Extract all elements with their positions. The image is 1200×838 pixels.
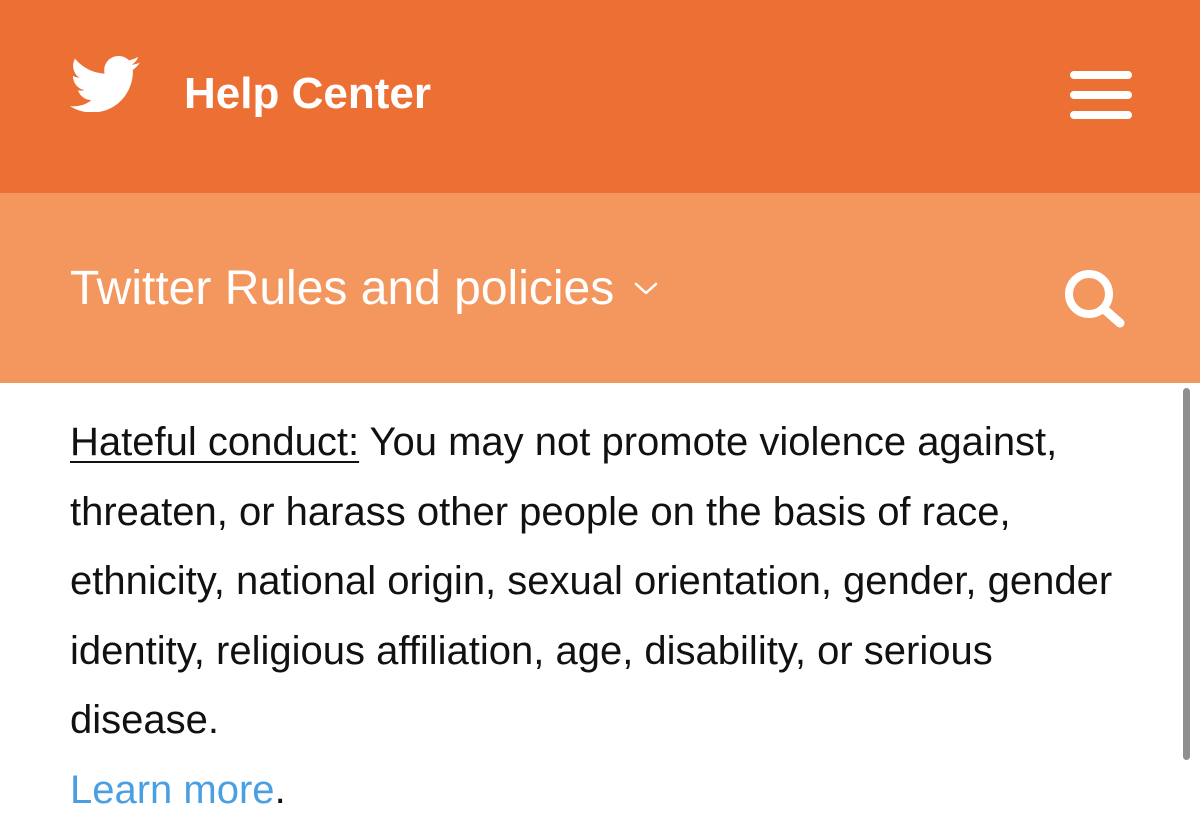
search-icon-graphic bbox=[1065, 270, 1125, 328]
link-suffix: . bbox=[274, 767, 286, 812]
menu-line-top bbox=[1070, 71, 1132, 79]
scrollbar-thumb[interactable] bbox=[1183, 388, 1190, 760]
chevron-down-icon bbox=[635, 282, 658, 295]
menu-line-bottom bbox=[1070, 111, 1132, 119]
policy-paragraph: Hateful conduct: You may not promote vio… bbox=[70, 408, 1150, 825]
top-header-bar: Help Center bbox=[0, 0, 1200, 193]
search-icon[interactable] bbox=[1060, 265, 1130, 331]
help-center-title[interactable]: Help Center bbox=[184, 66, 431, 122]
section-dropdown[interactable]: Twitter Rules and policies bbox=[70, 258, 658, 320]
section-dropdown-label: Twitter Rules and policies bbox=[70, 262, 615, 315]
twitter-bird-icon[interactable] bbox=[70, 56, 140, 112]
policy-text: You may not promote violence against, th… bbox=[70, 420, 1113, 742]
learn-more-link[interactable]: Learn more bbox=[70, 768, 275, 812]
policy-term: Hateful conduct: bbox=[70, 420, 360, 464]
policy-content: Hateful conduct: You may not promote vio… bbox=[70, 408, 1150, 825]
hamburger-menu-icon[interactable] bbox=[1070, 68, 1132, 122]
menu-line-middle bbox=[1070, 91, 1132, 99]
twitter-bird-icon-graphic bbox=[70, 56, 140, 112]
